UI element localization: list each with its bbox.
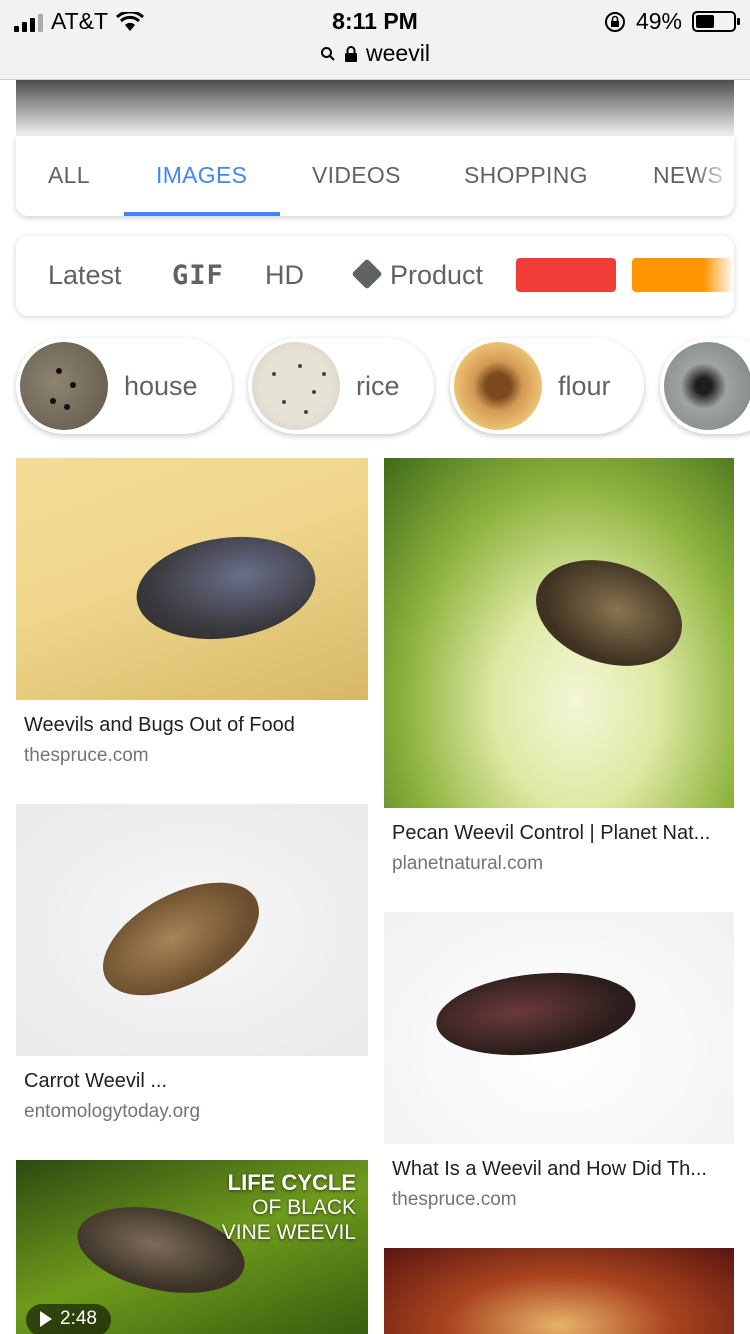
image-filters: Latest GIF HD Product xyxy=(16,236,734,316)
chip-more[interactable] xyxy=(660,338,750,434)
result-image-2[interactable] xyxy=(384,458,734,808)
weevil-image xyxy=(129,525,323,651)
tag-icon xyxy=(351,258,383,290)
weevil-image xyxy=(522,542,696,684)
result-title-3[interactable]: Carrot Weevil ... xyxy=(24,1070,167,1093)
chip-thumbnail xyxy=(454,342,542,430)
status-bar: AT&T 8:11 PM 49% weevil xyxy=(0,0,750,80)
battery-info: 49% xyxy=(604,8,740,35)
filter-latest[interactable]: Latest xyxy=(48,260,122,291)
overlay-line-3: VINE WEEVIL xyxy=(221,1221,356,1244)
result-image-4[interactable] xyxy=(384,912,734,1144)
tab-all[interactable]: ALL xyxy=(48,162,90,189)
tab-images[interactable]: IMAGES xyxy=(156,162,247,189)
lock-icon xyxy=(345,45,358,62)
active-tab-indicator xyxy=(124,212,280,216)
result-image-3[interactable] xyxy=(16,804,368,1056)
chip-thumbnail xyxy=(252,342,340,430)
color-filter-orange[interactable] xyxy=(632,258,734,292)
weevil-image xyxy=(84,859,278,1019)
header-shadow xyxy=(16,80,734,140)
battery-percent: 49% xyxy=(635,8,682,34)
video-overlay-text: LIFE CYCLE OF BLACK VINE WEEVIL xyxy=(222,1170,356,1245)
chip-house[interactable]: house xyxy=(16,338,232,434)
search-tabs: ALL IMAGES VIDEOS SHOPPING NEWS xyxy=(16,136,734,216)
filter-product-label: Product xyxy=(390,260,484,290)
chip-thumbnail xyxy=(664,342,750,430)
color-filter-red[interactable] xyxy=(516,258,616,292)
result-source-3: entomologytoday.org xyxy=(24,1101,201,1122)
filter-gif[interactable]: GIF xyxy=(172,260,224,291)
play-icon xyxy=(40,1311,52,1327)
result-video-1[interactable]: LIFE CYCLE OF BLACK VINE WEEVIL 2:48 xyxy=(16,1160,368,1334)
rotation-lock-icon xyxy=(604,11,625,32)
weevil-image xyxy=(432,963,640,1065)
chip-thumbnail xyxy=(20,342,108,430)
address-bar[interactable]: weevil xyxy=(0,40,750,67)
result-title-1[interactable]: Weevils and Bugs Out of Food xyxy=(24,714,295,737)
result-title-4[interactable]: What Is a Weevil and How Did Th... xyxy=(392,1158,707,1181)
chip-label: flour xyxy=(558,370,611,401)
tabs-fade xyxy=(694,136,734,216)
result-source-1: thespruce.com xyxy=(24,745,149,766)
result-image-6[interactable] xyxy=(384,1248,734,1334)
filter-hd[interactable]: HD xyxy=(265,260,304,291)
chip-rice[interactable]: rice xyxy=(248,338,434,434)
result-source-2: planetnatural.com xyxy=(392,853,544,874)
video-duration: 2:48 xyxy=(60,1308,97,1329)
chip-label: house xyxy=(124,370,198,401)
battery-icon xyxy=(692,11,740,32)
tab-videos[interactable]: VIDEOS xyxy=(312,162,401,189)
filter-product[interactable]: Product xyxy=(351,258,484,291)
chip-flour[interactable]: flour xyxy=(450,338,644,434)
result-image-1[interactable] xyxy=(16,458,368,700)
chip-label: rice xyxy=(356,370,400,401)
overlay-line-2: OF BLACK xyxy=(252,1196,356,1219)
overlay-line-1: LIFE CYCLE xyxy=(227,1170,356,1195)
video-duration-badge: 2:48 xyxy=(26,1304,111,1334)
result-source-4: thespruce.com xyxy=(392,1189,517,1210)
tab-shopping[interactable]: SHOPPING xyxy=(464,162,588,189)
result-title-2[interactable]: Pecan Weevil Control | Planet Nat... xyxy=(392,822,710,845)
url-text: weevil xyxy=(366,40,430,66)
search-icon xyxy=(321,46,335,61)
